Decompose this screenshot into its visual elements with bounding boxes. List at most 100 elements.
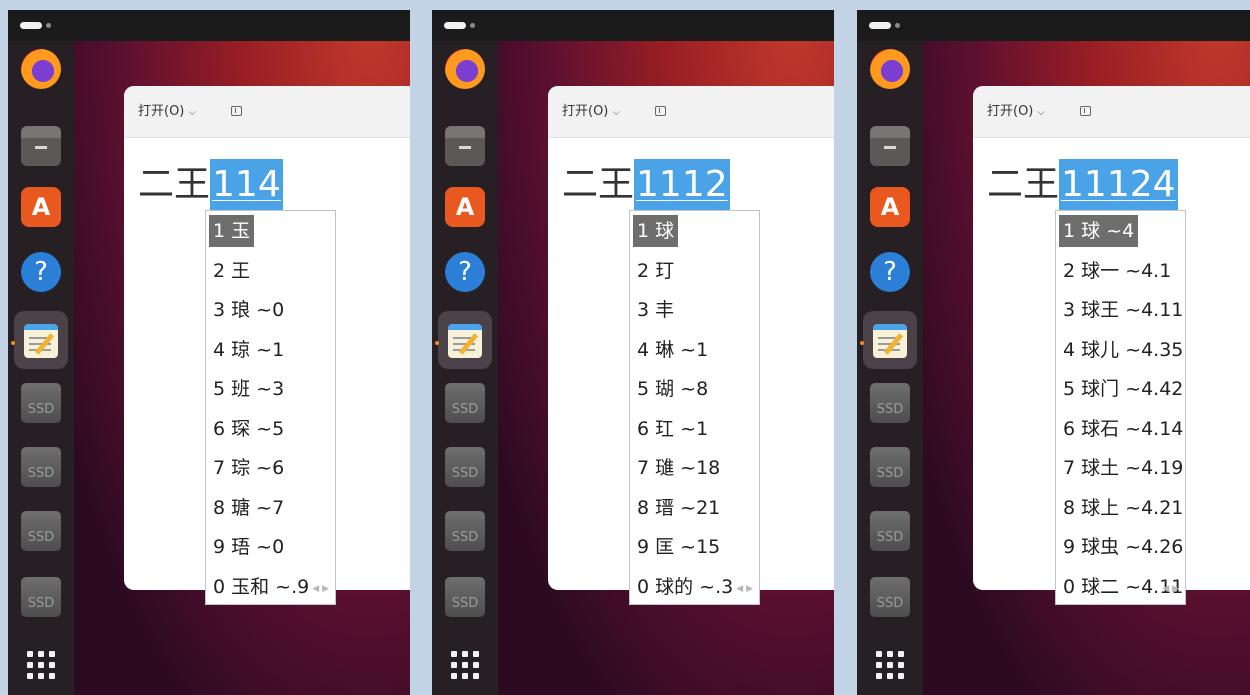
firefox-icon[interactable] <box>445 49 485 89</box>
ssd-label: SSD <box>451 402 479 417</box>
ime-candidate[interactable]: 0 玉和 ~.9 <box>209 571 313 603</box>
help-icon[interactable]: ? <box>21 252 61 292</box>
top-bar <box>432 10 834 41</box>
firefox-icon[interactable] <box>870 49 910 89</box>
files-icon[interactable] <box>870 126 910 166</box>
open-menu-label: 打开(O) <box>987 104 1034 119</box>
open-menu-label: 打开(O) <box>138 104 185 119</box>
running-indicator <box>11 341 15 345</box>
open-menu-button[interactable]: 打开(O) ⌵ <box>987 100 1045 119</box>
ssd-drive-icon[interactable]: SSD <box>445 383 485 423</box>
ssd-label: SSD <box>451 466 479 481</box>
ime-candidate[interactable]: 5 班 ~3 <box>209 373 288 405</box>
new-tab-icon[interactable] <box>655 106 666 116</box>
files-icon[interactable] <box>445 126 485 166</box>
composition-string: 1112 <box>634 159 730 211</box>
ssd-drive-icon[interactable]: SSD <box>21 447 61 487</box>
ime-candidate-window: 1 球 ~4 2 球一 ~4.1 3 球王 ~4.11 4 球儿 ~4.35 5 球门 … <box>1055 210 1186 605</box>
new-tab-icon[interactable] <box>231 106 242 116</box>
ime-candidate[interactable]: 8 瑭 ~7 <box>209 492 288 524</box>
open-menu-label: 打开(O) <box>562 104 609 119</box>
ime-candidate[interactable]: 8 球上 ~4.21 <box>1059 492 1187 524</box>
top-bar <box>857 10 1250 41</box>
ime-candidate[interactable]: 8 瑨 ~21 <box>633 492 724 524</box>
ime-candidate[interactable]: 3 琅 ~0 <box>209 294 288 326</box>
ssd-drive-icon[interactable]: SSD <box>870 447 910 487</box>
help-icon[interactable]: ? <box>870 252 910 292</box>
ime-candidate[interactable]: 5 瑚 ~8 <box>633 373 712 405</box>
text-editor-icon[interactable] <box>448 324 482 358</box>
ime-candidate[interactable]: 6 玒 ~1 <box>633 413 712 445</box>
screenshot-panel: A? SSD SSD SSD SSD 打开(O) ⌵ 二王11124 <box>857 10 1250 695</box>
dock: A? SSD SSD SSD SSD <box>857 41 923 695</box>
ime-candidate[interactable]: 7 琮 ~6 <box>209 452 288 484</box>
window-header: 打开(O) ⌵ <box>973 86 1250 138</box>
ime-candidate[interactable]: 7 璡 ~18 <box>633 452 724 484</box>
ssd-drive-icon[interactable]: SSD <box>870 383 910 423</box>
editor-text-line[interactable]: 二王11124 <box>987 159 1178 211</box>
ime-candidate[interactable]: 9 匡 ~15 <box>633 531 724 563</box>
composition-string: 114 <box>210 159 283 211</box>
ime-candidate[interactable]: 3 丰 <box>633 294 678 326</box>
ssd-drive-icon[interactable]: SSD <box>445 447 485 487</box>
ssd-drive-icon[interactable]: SSD <box>21 511 61 551</box>
ime-candidate[interactable]: 9 珸 ~0 <box>209 531 288 563</box>
ime-candidate[interactable]: 2 王 <box>209 255 254 287</box>
dock: A? SSD SSD SSD SSD <box>8 41 74 695</box>
ime-candidate[interactable]: 3 球王 ~4.11 <box>1059 294 1187 326</box>
show-apps-icon[interactable] <box>451 651 481 681</box>
ssd-drive-icon[interactable]: SSD <box>445 577 485 617</box>
ime-candidate[interactable]: 0 球的 ~.3 <box>633 571 737 603</box>
app-store-icon[interactable]: A <box>870 187 910 227</box>
top-bar <box>8 10 410 41</box>
ime-candidate[interactable]: 2 球一 ~4.1 <box>1059 255 1175 287</box>
open-menu-button[interactable]: 打开(O) ⌵ <box>562 100 620 119</box>
ime-candidate[interactable]: 1 球 ~4 <box>1059 215 1139 247</box>
activities-indicator[interactable] <box>20 22 42 29</box>
ssd-drive-icon[interactable]: SSD <box>870 511 910 551</box>
editor-text-line[interactable]: 二王1112 <box>562 159 730 211</box>
files-icon[interactable] <box>21 126 61 166</box>
show-apps-icon[interactable] <box>876 651 906 681</box>
help-icon[interactable]: ? <box>445 252 485 292</box>
ssd-label: SSD <box>27 530 55 545</box>
page-arrows-icon[interactable]: ◀ ▶ <box>1162 584 1179 594</box>
ssd-drive-icon[interactable]: SSD <box>21 383 61 423</box>
app-store-icon[interactable]: A <box>21 187 61 227</box>
ime-candidate[interactable]: 4 琼 ~1 <box>209 334 288 366</box>
open-menu-button[interactable]: 打开(O) ⌵ <box>138 100 196 119</box>
activities-indicator[interactable] <box>869 22 891 29</box>
committed-text: 二王 <box>562 164 635 205</box>
editor-text-line[interactable]: 二王114 <box>138 159 283 211</box>
show-apps-icon[interactable] <box>27 651 57 681</box>
ime-candidate[interactable]: 6 球石 ~4.14 <box>1059 413 1187 445</box>
ssd-drive-icon[interactable]: SSD <box>445 511 485 551</box>
ime-candidate[interactable]: 1 玉 <box>209 215 255 247</box>
text-editor-icon[interactable] <box>873 324 907 358</box>
ssd-drive-icon[interactable]: SSD <box>870 577 910 617</box>
page-arrows-icon[interactable]: ◀ ▶ <box>736 584 753 594</box>
ime-candidate[interactable]: 2 玎 <box>633 255 678 287</box>
chevron-down-icon: ⌵ <box>1037 107 1045 118</box>
firefox-icon[interactable] <box>21 49 61 89</box>
chevron-down-icon: ⌵ <box>612 107 620 118</box>
ssd-label: SSD <box>876 466 904 481</box>
ime-candidate[interactable]: 1 球 <box>633 215 679 247</box>
chevron-down-icon: ⌵ <box>188 107 196 118</box>
text-editor-icon[interactable] <box>24 324 58 358</box>
workspace-dot <box>895 23 900 28</box>
ime-candidate[interactable]: 4 球儿 ~4.35 <box>1059 334 1187 366</box>
ime-candidate[interactable]: 9 球虫 ~4.26 <box>1059 531 1187 563</box>
ime-candidate[interactable]: 4 琳 ~1 <box>633 334 712 366</box>
ime-candidate[interactable]: 5 球门 ~4.42 <box>1059 373 1187 405</box>
activities-indicator[interactable] <box>444 22 466 29</box>
ssd-label: SSD <box>27 402 55 417</box>
ssd-drive-icon[interactable]: SSD <box>21 577 61 617</box>
page-arrows-icon[interactable]: ◀ ▶ <box>312 584 329 594</box>
ime-candidate[interactable]: 7 球土 ~4.19 <box>1059 452 1187 484</box>
ssd-label: SSD <box>876 596 904 611</box>
app-store-icon[interactable]: A <box>445 187 485 227</box>
ssd-label: SSD <box>451 530 479 545</box>
new-tab-icon[interactable] <box>1080 106 1091 116</box>
ime-candidate[interactable]: 6 琛 ~5 <box>209 413 288 445</box>
